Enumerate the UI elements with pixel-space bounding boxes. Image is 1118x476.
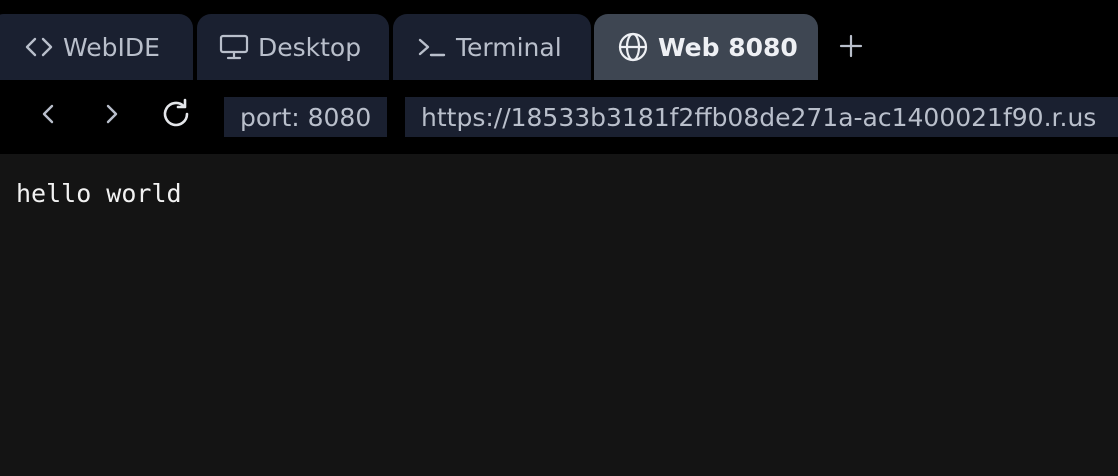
tab-terminal[interactable]: Terminal [393,14,591,80]
tab-web-8080-label: Web 8080 [658,32,798,62]
back-button[interactable] [30,98,66,134]
reload-icon [159,97,193,135]
tab-terminal-label: Terminal [456,32,562,62]
navigation-bar: port: 8080 https://18533b3181f2ffb08de27… [0,80,1118,154]
plus-icon [839,34,863,62]
url-text: https://18533b3181f2ffb08de271a-ac140002… [421,102,1097,132]
reload-button[interactable] [158,98,194,134]
web-page-viewport[interactable]: hello world [0,154,1118,476]
terminal-icon [417,35,447,59]
chevron-right-icon [102,102,122,130]
globe-icon [617,31,649,63]
new-tab-button[interactable] [836,31,866,65]
tab-webide-label: WebIDE [63,32,160,62]
chevron-left-icon [38,102,58,130]
tab-webide[interactable]: WebIDE [0,14,193,80]
tab-desktop-label: Desktop [258,32,362,62]
tab-web-8080[interactable]: Web 8080 [594,14,818,80]
monitor-icon [219,33,249,61]
forward-button[interactable] [94,98,130,134]
url-field[interactable]: https://18533b3181f2ffb08de271a-ac140002… [405,97,1118,137]
port-label: port: 8080 [224,97,388,137]
code-icon [24,35,54,59]
tab-desktop[interactable]: Desktop [197,14,389,80]
page-body-text: hello world [16,179,182,208]
tab-bar: WebIDE Desktop Terminal Web 8080 [0,0,1118,80]
